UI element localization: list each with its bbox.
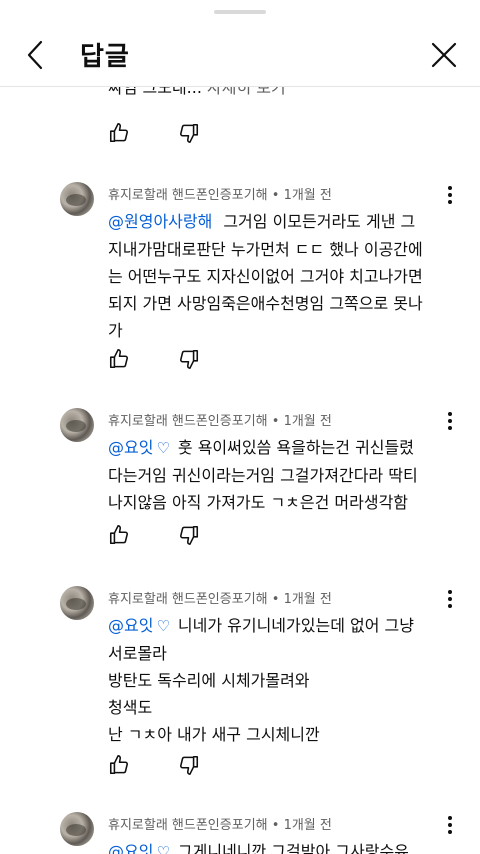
mention-link[interactable]: @요잇 [108, 616, 153, 635]
text-line: 니네가 유기니네가있는데 없어 그냥 [177, 616, 414, 635]
chevron-left-icon [27, 40, 43, 70]
author-name[interactable]: 휴지로할래 핸드폰인증포기해 [108, 592, 268, 607]
text-line: 그거임 이모든거라도 게낸 그 [223, 212, 416, 231]
comment-meta: 휴지로할래 핸드폰인증포기해 • 1개월 전 [108, 188, 332, 203]
mention-link[interactable]: @원영아사랑해 [108, 212, 212, 231]
more-options-button[interactable] [440, 184, 460, 206]
replies-header: 답글 [0, 24, 480, 86]
text-line: 나지않음 아직 가져가도 ㄱㅊ은건 머라생각함 [108, 493, 409, 512]
back-button[interactable] [20, 38, 52, 72]
more-options-button[interactable] [440, 814, 460, 836]
text-line: 그게니네니깐 그걸받아 그사랑수유 [177, 842, 409, 854]
timestamp: 1개월 전 [283, 188, 332, 203]
avatar[interactable] [60, 182, 94, 216]
text-line: 가 [108, 321, 123, 340]
comment-meta: 휴지로할래 핸드폰인증포기해 • 1개월 전 [108, 414, 332, 429]
author-name[interactable]: 휴지로할래 핸드폰인증포기해 [108, 414, 268, 429]
author-name[interactable]: 휴지로할래 핸드폰인증포기해 [108, 188, 268, 203]
heart-icon: ♡ [156, 617, 170, 635]
page-title: 답글 [80, 42, 130, 72]
drag-handle[interactable] [214, 10, 266, 14]
comment-meta: 휴지로할래 핸드폰인증포기해 • 1개월 전 [108, 592, 332, 607]
text-line: 서로몰라 [108, 644, 167, 663]
comment-actions [108, 122, 228, 146]
close-button[interactable] [428, 39, 460, 71]
timestamp: 1개월 전 [283, 592, 332, 607]
replies-list[interactable]: 싸임 그노대... 자세히 보기 휴지로할래 핸드폰인증포기해 • 1개월 전 … [0, 86, 480, 854]
thumbs-up-icon [109, 123, 128, 143]
close-icon [431, 42, 457, 68]
thumbs-down-icon [180, 123, 199, 143]
more-vert-icon [448, 816, 452, 834]
author-name[interactable]: 휴지로할래 핸드폰인증포기해 [108, 818, 268, 833]
text-line: 훗 욕이써있씀 욕을하는건 귀신들렸 [177, 438, 414, 457]
comment-text: @요잇 ♡ 니네가 유기니네가있는데 없어 그냥 서로몰라 방탄도 독수리에 시체가… [108, 612, 458, 748]
mention-link[interactable]: @요잇 [108, 842, 153, 854]
thumbs-up-icon [109, 525, 128, 545]
comment-text: @원영아사랑해 그거임 이모든거라도 게낸 그 지내가맘대로판단 누가먼처 ㄷㄷ … [108, 208, 458, 344]
header-divider [0, 86, 480, 87]
partial-comment-text: 싸임 그노대... 자세히 보기 [108, 86, 286, 100]
text-line: 는 어떤누구도 지자신이없어 그거야 치고나가면 [108, 267, 423, 286]
dislike-button[interactable] [178, 524, 200, 546]
text-line: 다는거임 귀신이라는거임 그걸가져간다라 딱티 [108, 466, 418, 485]
thumbs-down-icon [180, 755, 199, 775]
mention-link[interactable]: @요잇 [108, 438, 153, 457]
comment-meta: 휴지로할래 핸드폰인증포기해 • 1개월 전 [108, 818, 332, 833]
comment-text: @요잇 ♡ 훗 욕이써있씀 욕을하는건 귀신들렸 다는거임 귀신이라는거임 그걸가져… [108, 434, 458, 516]
more-vert-icon [448, 186, 452, 204]
timestamp: 1개월 전 [283, 818, 332, 833]
comment-actions [108, 524, 228, 548]
text-line: 방탄도 독수리에 시체가몰려와 [108, 671, 310, 690]
heart-icon: ♡ [156, 439, 170, 457]
comment-text: 싸임 그노대... [108, 86, 202, 97]
avatar[interactable] [60, 586, 94, 620]
thumbs-down-icon [180, 525, 199, 545]
avatar[interactable] [60, 408, 94, 442]
like-button[interactable] [108, 524, 130, 546]
dislike-button[interactable] [178, 754, 200, 776]
sheet-top [0, 0, 480, 24]
more-options-button[interactable] [440, 410, 460, 432]
like-button[interactable] [108, 754, 130, 776]
text-line: 청색도 [108, 698, 153, 717]
text-line: 되지 가면 사망임죽은애수천명임 그쪽으로 못나 [108, 294, 423, 313]
comment-actions [108, 754, 228, 778]
like-button[interactable] [108, 348, 130, 370]
dislike-button[interactable] [178, 348, 200, 370]
text-line: 지내가맘대로판단 누가먼처 ㄷㄷ 했나 이공간에 [108, 240, 423, 259]
avatar[interactable] [60, 812, 94, 846]
thumbs-up-icon [109, 349, 128, 369]
comment-text: @요잇 ♡ 그게니네니깐 그걸받아 그사랑수유 [108, 838, 458, 854]
dislike-button[interactable] [178, 122, 200, 144]
more-vert-icon [448, 412, 452, 430]
read-more-link[interactable]: 자세히 보기 [207, 86, 286, 97]
thumbs-up-icon [109, 755, 128, 775]
like-button[interactable] [108, 122, 130, 144]
comment-actions [108, 348, 228, 372]
timestamp: 1개월 전 [283, 414, 332, 429]
more-options-button[interactable] [440, 588, 460, 610]
text-line: 난 ㄱㅊ아 내가 새구 그시체니깐 [108, 725, 320, 744]
thumbs-down-icon [180, 349, 199, 369]
more-vert-icon [448, 590, 452, 608]
heart-icon: ♡ [156, 843, 170, 854]
